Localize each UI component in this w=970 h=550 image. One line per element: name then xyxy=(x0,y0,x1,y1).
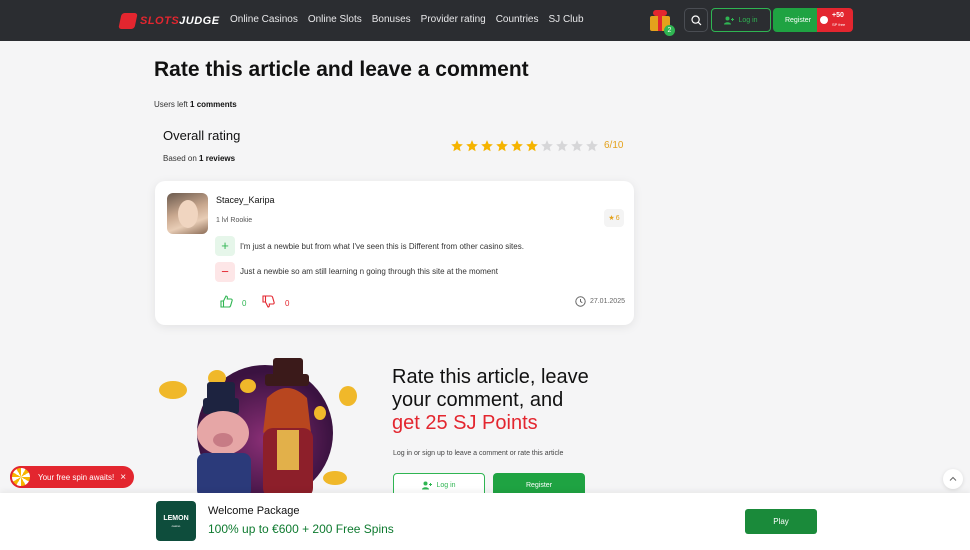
promo-heading-line3: get 25 SJ Points xyxy=(392,412,538,434)
review-date: 27.01.2025 xyxy=(575,296,625,307)
chevron-up-icon xyxy=(949,476,957,481)
plus-icon: + xyxy=(215,236,235,256)
offer-text: 100% up to €600 + 200 Free Spins xyxy=(208,522,394,536)
gift-bow xyxy=(653,10,667,16)
review-con-text: Just a newbie so am still learning n goi… xyxy=(240,267,498,276)
based-on-prefix: Based on xyxy=(163,154,197,163)
logo-text: SLOTSJUDGE xyxy=(140,15,220,27)
star-filled-icon[interactable] xyxy=(495,139,509,153)
casino-logo-sub: casino xyxy=(171,524,181,528)
coin-icon xyxy=(314,406,326,420)
reviewer-level: 1 lvl Rookie xyxy=(216,217,253,224)
header-register-button[interactable]: Register xyxy=(773,8,823,32)
rating-stars[interactable] xyxy=(450,139,599,153)
promo-register-label: Register xyxy=(525,481,553,489)
spin-wheel-icon xyxy=(10,466,32,488)
star-empty-icon[interactable] xyxy=(570,139,584,153)
nav-sj-club[interactable]: SJ Club xyxy=(549,14,584,25)
promo-login-label: Log in xyxy=(436,481,456,489)
page-title: Rate this article and leave a comment xyxy=(154,58,529,81)
star-filled-icon[interactable] xyxy=(510,139,524,153)
bonus-sub: SP free xyxy=(832,22,846,27)
close-icon[interactable]: × xyxy=(120,472,126,483)
coin-icon xyxy=(159,381,187,399)
users-left-prefix: Users left xyxy=(154,100,188,109)
nav-online-casinos[interactable]: Online Casinos xyxy=(230,14,298,25)
slotsjudge-logo[interactable]: SLOTSJUDGE xyxy=(118,12,220,29)
search-icon xyxy=(691,15,702,26)
nav-provider-rating[interactable]: Provider rating xyxy=(421,14,486,25)
promo-heading-line1: Rate this article, leave xyxy=(392,366,589,388)
free-spin-banner[interactable]: Your free spin awaits! × xyxy=(10,466,134,488)
bonus-points-badge[interactable]: +50 SP free xyxy=(817,8,853,32)
overall-rating-heading: Overall rating xyxy=(163,128,241,143)
based-on-value: 1 reviews xyxy=(199,154,236,163)
lemon-casino-logo[interactable]: LEMON casino xyxy=(156,501,196,541)
gift-icon[interactable]: 2 xyxy=(648,8,675,36)
star-filled-icon[interactable] xyxy=(450,139,464,153)
logo-text-part1: SLOTS xyxy=(140,14,180,27)
avatar-face xyxy=(178,200,198,228)
coin-icon xyxy=(240,379,256,393)
star-icon: ★ xyxy=(608,215,615,222)
star-filled-icon[interactable] xyxy=(465,139,479,153)
star-filled-icon[interactable] xyxy=(525,139,539,153)
thumbs-up-icon[interactable] xyxy=(220,295,233,313)
promo-subtitle: Log in or sign up to leave a comment or … xyxy=(393,450,564,457)
users-left-value: 1 comments xyxy=(190,100,237,109)
main-nav: Online Casinos Online Slots Bonuses Prov… xyxy=(230,14,584,25)
logo-mark-icon xyxy=(118,12,138,29)
header-register-label: Register xyxy=(784,16,812,24)
rating-score: 6/10 xyxy=(604,140,624,151)
review-pro-text: I'm just a newbie but from what I've see… xyxy=(240,242,524,251)
casino-offer-bar: LEMON casino Welcome Package 100% up to … xyxy=(0,493,970,550)
free-spin-text: Your free spin awaits! xyxy=(38,472,115,482)
review-card: Stacey_Karipa 1 lvl Rookie ★ 6 + I'm just… xyxy=(155,181,634,325)
bonus-value: +50 xyxy=(832,12,844,19)
nav-bonuses[interactable]: Bonuses xyxy=(372,14,411,25)
star-empty-icon[interactable] xyxy=(555,139,569,153)
minus-icon: − xyxy=(215,262,235,282)
gift-count-badge: 2 xyxy=(664,25,675,36)
casino-logo-name: LEMON xyxy=(163,515,189,522)
coin-icon xyxy=(820,16,828,24)
nav-online-slots[interactable]: Online Slots xyxy=(308,14,362,25)
avatar xyxy=(167,193,208,234)
promo-illustration xyxy=(159,358,357,498)
reviewer-name[interactable]: Stacey_Karipa xyxy=(216,195,275,205)
logo-text-part2: JUDGE xyxy=(179,14,220,27)
based-on-text: Based on 1 reviews xyxy=(163,154,235,163)
header-login-label: Log in xyxy=(738,16,758,24)
play-button[interactable]: Play xyxy=(745,509,817,534)
header-login-button[interactable]: Log in xyxy=(711,8,771,32)
reviewer-rating-value: 6 xyxy=(615,214,620,222)
nav-countries[interactable]: Countries xyxy=(496,14,539,25)
dislike-count: 0 xyxy=(285,299,290,308)
add-user-icon xyxy=(724,16,735,24)
promo-heading-line2: your comment, and xyxy=(392,389,564,411)
users-left-text: Users left 1 comments xyxy=(154,100,237,109)
search-button[interactable] xyxy=(684,8,708,32)
clock-icon xyxy=(575,296,586,307)
top-navigation-bar: SLOTSJUDGE Online Casinos Online Slots B… xyxy=(0,0,970,41)
scroll-to-top-button[interactable] xyxy=(943,469,963,489)
star-empty-icon[interactable] xyxy=(540,139,554,153)
star-empty-icon[interactable] xyxy=(585,139,599,153)
review-date-text: 27.01.2025 xyxy=(589,298,625,305)
like-count: 0 xyxy=(242,299,247,308)
add-user-icon xyxy=(422,481,433,489)
play-label: Play xyxy=(773,517,789,526)
thumbs-down-icon[interactable] xyxy=(262,295,275,313)
coin-icon xyxy=(323,471,347,485)
promo-heading: Rate this article, leave your comment, a… xyxy=(392,366,589,435)
star-filled-icon[interactable] xyxy=(480,139,494,153)
coin-icon xyxy=(339,386,357,406)
offer-title: Welcome Package xyxy=(208,505,300,517)
reviewer-rating-badge: ★ 6 xyxy=(604,209,624,227)
